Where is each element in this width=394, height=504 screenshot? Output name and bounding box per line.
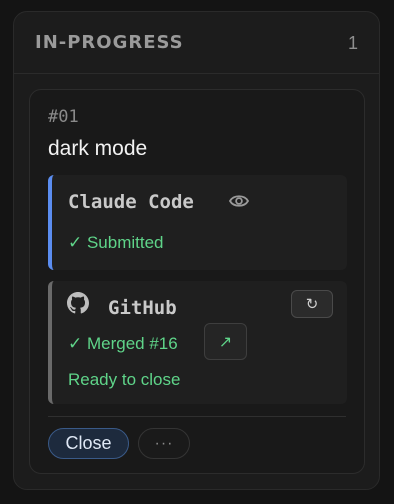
column-header: IN-PROGRESS 1 (14, 12, 379, 74)
close-button[interactable]: Close (48, 428, 129, 459)
agent-panel: Claude Code ✓ Submitted (48, 175, 347, 270)
eye-icon[interactable] (228, 192, 250, 210)
kanban-column-in-progress: IN-PROGRESS 1 #01 dark mode Claude Code … (13, 11, 380, 490)
external-link-icon: ↗ (218, 333, 233, 351)
column-title: IN-PROGRESS (35, 32, 184, 53)
agent-status: ✓ Submitted (68, 233, 164, 252)
task-card[interactable]: #01 dark mode Claude Code ✓ Submitted Gi… (29, 89, 365, 474)
divider (48, 416, 346, 417)
more-options-button[interactable]: ··· (138, 428, 190, 459)
merged-status: ✓ Merged #16 (68, 334, 178, 353)
ready-status: Ready to close (68, 370, 181, 389)
agent-name: Claude Code (68, 191, 194, 213)
task-title: dark mode (48, 137, 148, 160)
github-name: GitHub (108, 297, 177, 319)
task-id: #01 (48, 107, 79, 127)
github-panel: GitHub ↻ ✓ Merged #16 ↗ Ready to close (48, 281, 347, 404)
open-pr-button[interactable]: ↗ (204, 323, 247, 360)
github-icon (67, 292, 89, 314)
refresh-button[interactable]: ↻ (291, 290, 333, 318)
refresh-icon: ↻ (305, 296, 319, 313)
column-count: 1 (347, 33, 358, 53)
